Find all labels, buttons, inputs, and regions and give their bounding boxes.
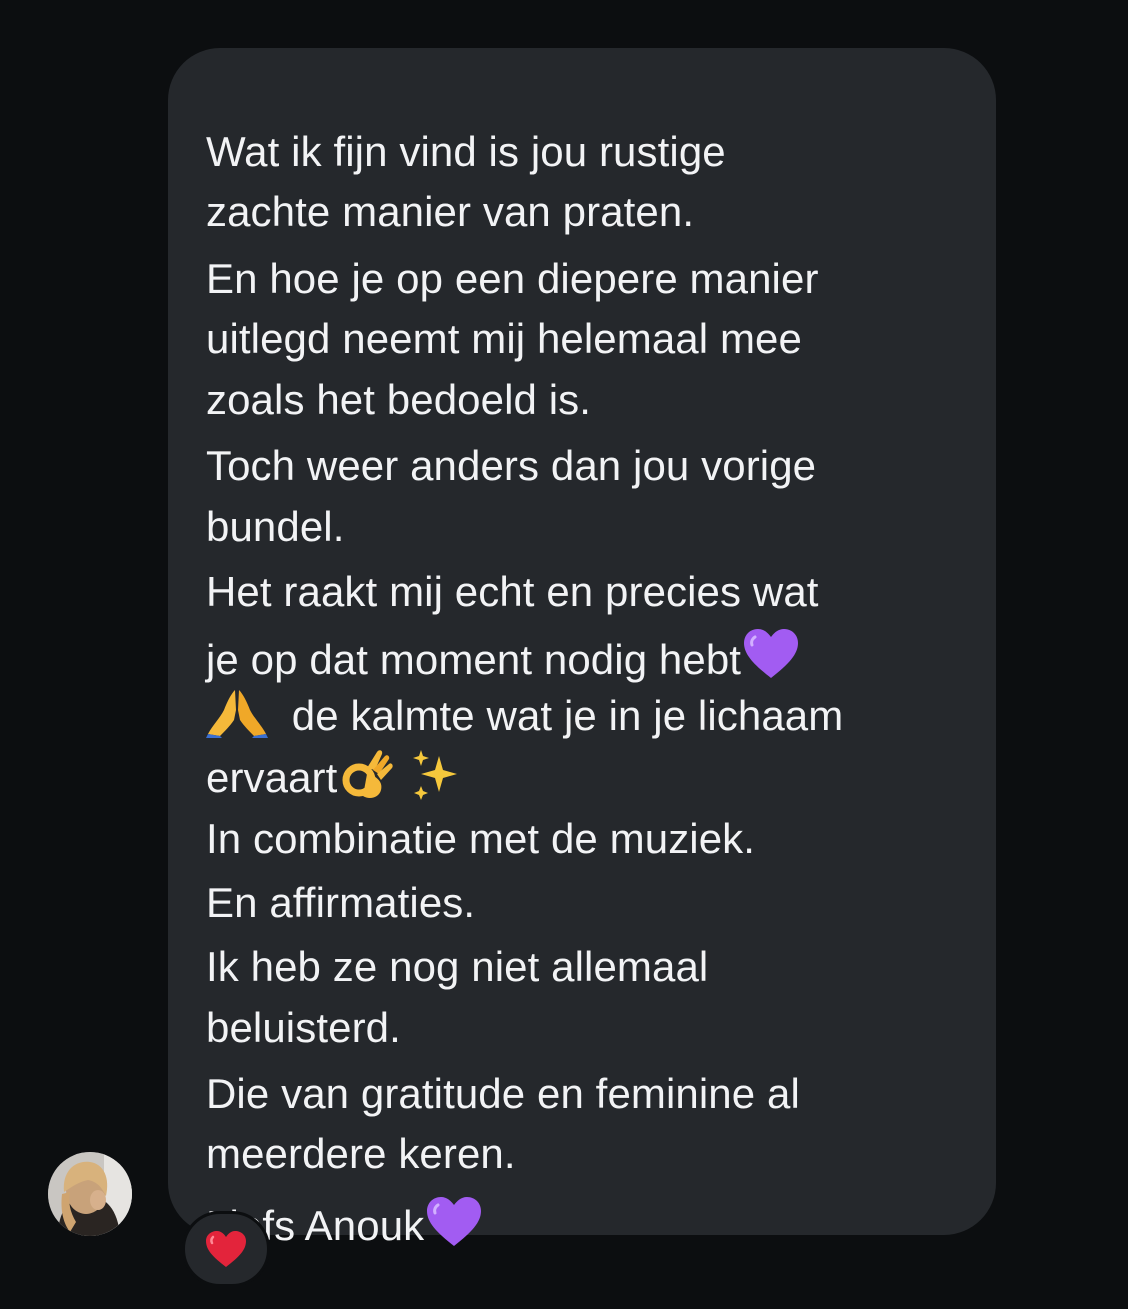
message-line: Die van gratitude en feminine al <box>206 1070 800 1117</box>
message-line: En affirmaties. <box>206 879 476 926</box>
message-line-with-emoji: de kalmte wat je in je lichaam <box>206 688 843 748</box>
message-line: zoals het bedoeld is. <box>206 376 592 423</box>
message-bubble[interactable]: Wat ik fijn vind is jou rustige zachte m… <box>168 48 996 1249</box>
message-line: Wat ik fijn vind is jou rustige <box>206 128 726 175</box>
message-line: beluisterd. <box>206 1004 401 1051</box>
reaction-badge[interactable] <box>182 1211 270 1287</box>
purple-heart-icon <box>743 628 799 690</box>
message-line-text: ervaart <box>206 754 338 801</box>
folded-hands-icon <box>206 688 268 748</box>
message-line-text: je op dat moment nodig hebt <box>206 636 742 683</box>
message-line-with-emoji: je op dat moment nodig hebt <box>206 628 799 690</box>
message-line: Het raakt mij echt en precies wat <box>206 568 819 615</box>
ok-hand-icon <box>341 748 395 812</box>
message-line: In combinatie met de muziek. <box>206 815 756 862</box>
purple-heart-icon <box>426 1196 482 1258</box>
message-line-text: de kalmte wat je in je lichaam <box>280 692 844 739</box>
message-line: meerdere keren. <box>206 1130 516 1177</box>
sparkles-icon <box>409 748 461 812</box>
message-line: uitlegd neemt mij helemaal mee <box>206 315 802 362</box>
red-heart-icon <box>205 1230 247 1268</box>
avatar[interactable] <box>48 1152 132 1236</box>
message-line: bundel. <box>206 503 345 550</box>
message-line: Toch weer anders dan jou vorige <box>206 442 817 489</box>
message-line: En hoe je op een diepere manier <box>206 255 819 302</box>
message-line: zachte manier van praten. <box>206 188 695 235</box>
message-line: Ik heb ze nog niet allemaal <box>206 943 709 990</box>
message-line-with-emoji: ervaart <box>206 748 461 812</box>
message-thread: Wat ik fijn vind is jou rustige zachte m… <box>0 0 1128 1309</box>
avatar-photo <box>48 1152 132 1236</box>
